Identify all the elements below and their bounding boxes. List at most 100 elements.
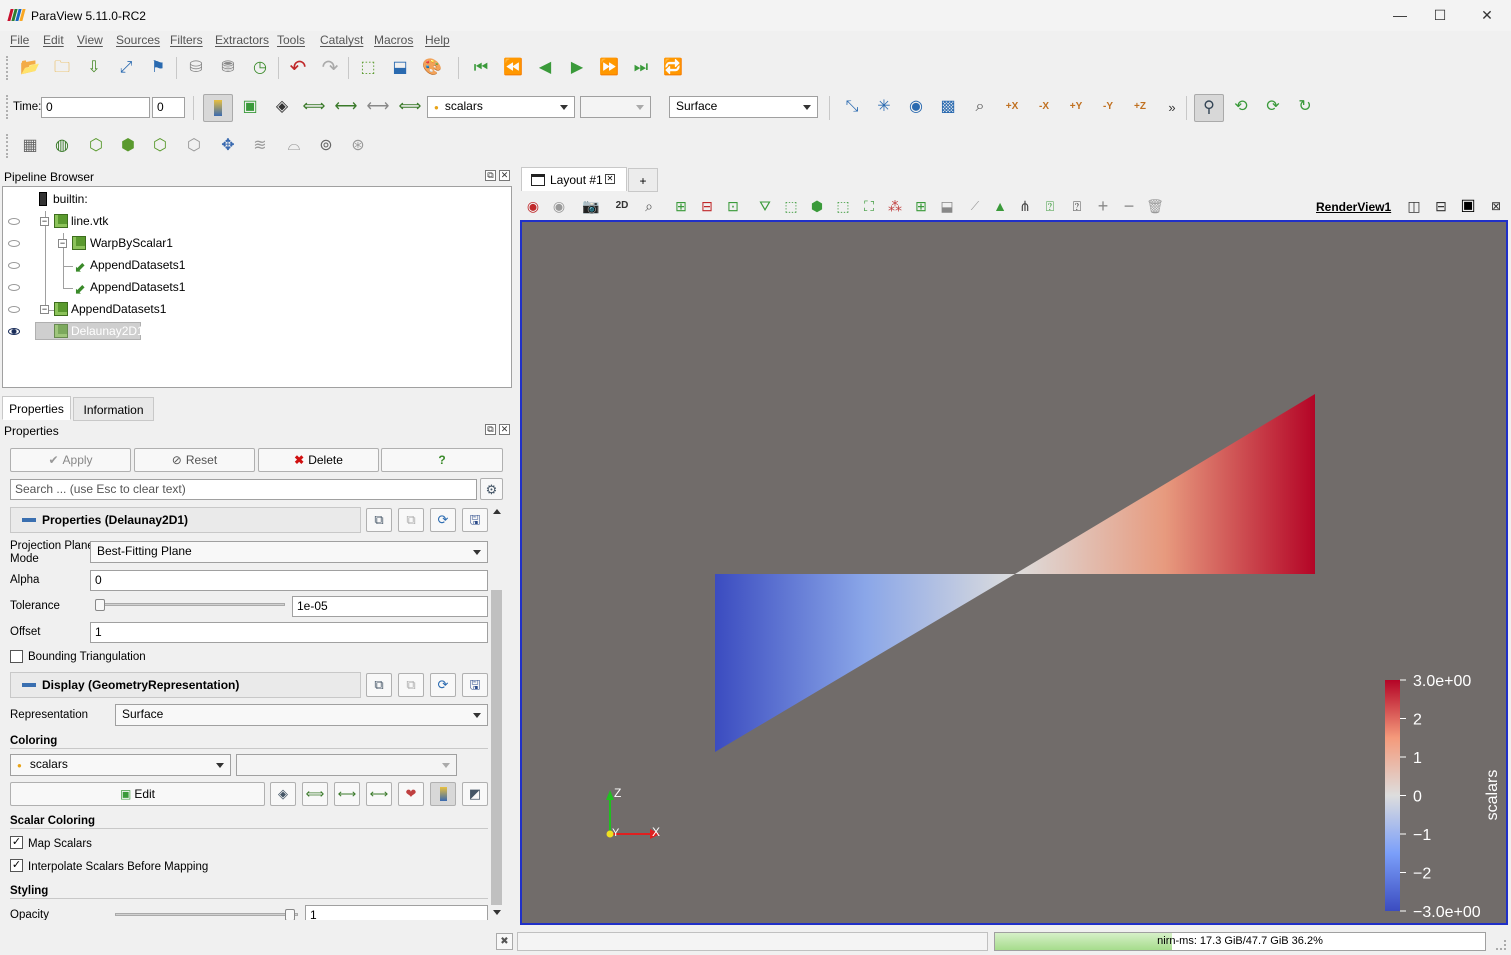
render-view[interactable]: Z Y X 3.0e+00 2 1 0 −1 −2 −3.0e+00 scalars	[520, 220, 1508, 925]
slider-handle[interactable]	[95, 599, 105, 611]
edit-colorbar-icon[interactable]: ◩	[462, 782, 488, 806]
pipeline-item-warpbyscalar[interactable]: − WarpByScalar1	[3, 233, 503, 253]
offset-input[interactable]: 1	[90, 622, 488, 643]
delete-button[interactable]: ✖ Delete	[258, 448, 379, 472]
bounding-triangulation-checkbox[interactable]	[10, 650, 23, 663]
scroll-up-icon[interactable]	[493, 509, 501, 514]
alpha-input[interactable]: 0	[90, 570, 488, 591]
rescale-visible-range-icon[interactable]: ⟺	[398, 96, 422, 118]
split-vertical-icon[interactable]: ⊟	[1429, 195, 1453, 217]
visibility-eye-icon[interactable]	[8, 284, 20, 291]
clear-selection-icon[interactable]: ⟋	[963, 195, 987, 217]
opacity-slider[interactable]	[115, 909, 298, 920]
loop-icon[interactable]: 🔁	[661, 57, 685, 79]
save-display-defaults-icon[interactable]: 🖫	[462, 673, 488, 697]
toggle-color-legend-icon[interactable]	[203, 94, 233, 122]
palette-icon[interactable]: 🎨	[420, 57, 444, 79]
paste-properties-icon[interactable]: ⧉	[398, 508, 424, 532]
reset-closest-icon[interactable]: ▩	[936, 96, 960, 118]
add-layout-tab-button[interactable]: +	[628, 168, 658, 192]
deselect-icon[interactable]: ⊟	[695, 195, 719, 217]
pipeline-item-appenddatasets[interactable]: ⬋ AppendDatasets1	[3, 255, 503, 275]
visibility-eye-icon[interactable]	[8, 240, 20, 247]
properties-search-input[interactable]: Search ... (use Esc to clear text)	[10, 479, 477, 500]
reset-range-icon[interactable]: ◈	[270, 782, 296, 806]
extract-selection-icon[interactable]: ▲	[988, 195, 1012, 217]
tolerance-input[interactable]: 1e-05	[292, 596, 488, 617]
hover-cells-icon[interactable]: ⁂	[883, 195, 907, 217]
zoom-in-icon[interactable]: +	[1091, 195, 1115, 217]
server-disconnect-icon[interactable]: ⛃	[216, 57, 240, 79]
visibility-eye-icon[interactable]	[8, 262, 20, 269]
rescale-data-icon[interactable]: ⟺	[302, 782, 328, 806]
projection-plane-combo[interactable]: Best-Fitting Plane	[90, 541, 488, 563]
interaction-mode-icon[interactable]: ⚲	[1194, 94, 1224, 122]
edit-colormap-icon[interactable]: ▣	[238, 96, 262, 118]
rescale-temporal-icon[interactable]: ⟷	[366, 782, 392, 806]
trash-icon[interactable]: 🗑	[1143, 195, 1167, 217]
select-block-icon[interactable]: ⬚	[779, 195, 803, 217]
close-tab-icon[interactable]: ✕	[605, 174, 615, 184]
camera-redo-icon[interactable]: ⬓	[388, 57, 412, 79]
scroll-thumb[interactable]	[491, 590, 502, 905]
menu-extractors[interactable]: Extractors	[215, 33, 269, 47]
copy-display-icon[interactable]: ⧉	[366, 673, 392, 697]
rotate-90-ccw-icon[interactable]: ⟲	[1229, 96, 1253, 118]
color-by-combo[interactable]: ● scalars	[427, 96, 575, 118]
menu-filters[interactable]: Filters	[170, 33, 203, 47]
map-scalars-checkbox[interactable]: ✓	[10, 836, 23, 849]
last-frame-icon[interactable]: ⏭	[629, 57, 653, 79]
reload-defaults-icon[interactable]: ⟳	[430, 508, 456, 532]
maximize-button[interactable]: ☐	[1425, 4, 1455, 26]
maximize-view-icon[interactable]: ▣	[1456, 195, 1480, 217]
stream-tracer-icon[interactable]: ≋	[248, 135, 272, 157]
section-properties-header[interactable]: Properties (Delaunay2D1)	[10, 507, 361, 533]
color-legend[interactable]: 3.0e+00 2 1 0 −1 −2 −3.0e+00 scalars	[1385, 673, 1501, 921]
component-combo[interactable]	[580, 96, 651, 118]
menu-edit[interactable]: Edit	[43, 33, 64, 47]
view-minus-x-icon[interactable]: -X	[1032, 96, 1056, 118]
reload-display-defaults-icon[interactable]: ⟳	[430, 673, 456, 697]
display-representation-combo[interactable]: Surface	[115, 704, 488, 726]
auto-apply-icon[interactable]: ◷	[248, 57, 272, 79]
reverse-play-icon[interactable]: ◀	[533, 57, 557, 79]
grow-selection-icon[interactable]: ⊞	[909, 195, 933, 217]
render-canvas[interactable]: Z Y X 3.0e+00 2 1 0 −1 −2 −3.0e+00 scalars	[522, 222, 1506, 923]
python-icon[interactable]: ⚑	[146, 57, 170, 79]
rescale-custom-range-icon[interactable]: ⟷	[334, 96, 358, 118]
zoom-to-data-icon[interactable]: ✳	[872, 96, 896, 118]
timestep-spinbox[interactable]: 0	[152, 97, 185, 118]
coloring-component-combo[interactable]	[236, 754, 457, 776]
load-state-icon[interactable]: ⇩	[82, 57, 106, 79]
rotate-90-cw-icon[interactable]: ⟳	[1261, 96, 1285, 118]
select-points-icon[interactable]: ⊡	[721, 195, 745, 217]
zoom-out-icon[interactable]: −	[1117, 195, 1141, 217]
representation-combo[interactable]: Surface	[669, 96, 818, 118]
reset-camera-icon[interactable]: ⤡	[840, 96, 864, 118]
split-horizontal-icon[interactable]: ◫	[1402, 195, 1426, 217]
choose-preset-icon[interactable]: ❤	[398, 782, 424, 806]
glyph-icon[interactable]: ✥	[216, 135, 240, 157]
view-plus-x-icon[interactable]: +X	[1000, 96, 1024, 118]
reset-button[interactable]: ⊘ Reset	[134, 448, 255, 472]
menu-file[interactable]: File	[10, 33, 29, 47]
hover-points-icon[interactable]: ⛶	[857, 195, 881, 217]
slider-handle[interactable]	[285, 909, 295, 920]
advanced-gear-icon[interactable]: ⚙	[480, 478, 503, 500]
toolbar-overflow-icon[interactable]: »	[1160, 96, 1184, 118]
pipeline-item-builtin[interactable]: builtin:	[3, 189, 503, 209]
select-frustum-icon[interactable]: ⛛	[753, 195, 777, 217]
tab-information[interactable]: Information	[73, 397, 154, 421]
warp-by-vector-icon[interactable]: ⌓	[282, 135, 306, 157]
minimize-button[interactable]: —	[1385, 4, 1415, 26]
contour-icon[interactable]: ◍	[50, 135, 74, 157]
next-frame-icon[interactable]: ⏩	[597, 57, 621, 79]
view-name[interactable]: RenderView1	[1316, 200, 1391, 214]
play-icon[interactable]: ▶	[565, 57, 589, 79]
rescale-temporal-icon[interactable]: ⟷	[366, 96, 390, 118]
close-window-button[interactable]: ✕	[1472, 4, 1502, 26]
time-input[interactable]: 0	[41, 97, 150, 118]
view-plus-y-icon[interactable]: +Y	[1064, 96, 1088, 118]
screenshot-icon[interactable]: 📷	[579, 195, 603, 217]
redo-icon[interactable]: ↷	[318, 57, 342, 79]
